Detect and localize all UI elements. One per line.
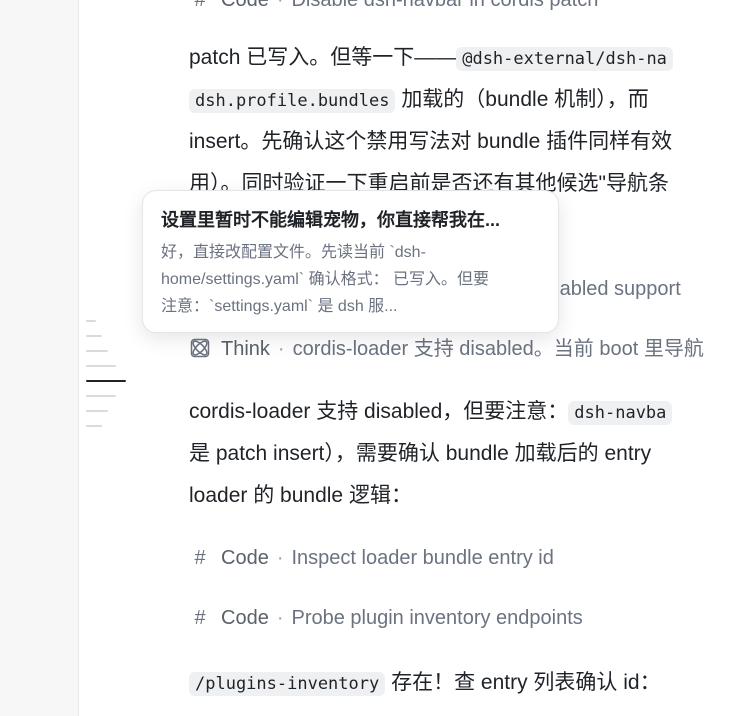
- message-preview-tooltip[interactable]: 设置里暂时不能编辑宠物，你直接帮我在... 好，直接改配置文件。先读当前 `ds…: [142, 190, 559, 333]
- minimap-tick[interactable]: [86, 365, 116, 367]
- assistant-paragraph-line: cordis-loader 支持 disabled，但要注意： dsh-navba: [189, 397, 673, 428]
- think-step[interactable]: Think · cordis-loader 支持 disabled。当前 boot …: [189, 335, 704, 363]
- code-step[interactable]: # Code · Probe plugin inventory endpoints: [189, 604, 582, 632]
- assistant-paragraph-line: 是 patch insert），需要确认 bundle 加载后的 entry: [189, 442, 652, 465]
- minimap-tick[interactable]: [86, 335, 102, 337]
- assistant-paragraph-line: loader 的 bundle 逻辑：: [189, 484, 412, 507]
- assistant-paragraph-line: patch 已写入。但等一下—— @dsh-external/dsh-na: [189, 43, 673, 74]
- assistant-paragraph-line: insert。先确认这个禁用写法对 bundle 插件同样有效: [189, 130, 673, 153]
- inline-code: dsh.profile.bundles: [189, 89, 396, 113]
- code-step[interactable]: # Code · Inspect loader bundle entry id: [189, 544, 553, 572]
- conversation-minimap[interactable]: [86, 318, 128, 433]
- hash-icon: #: [194, 607, 206, 629]
- minimap-tick[interactable]: [86, 320, 96, 322]
- hash-icon: #: [194, 0, 206, 11]
- tooltip-body: 好，直接改配置文件。先读当前 `dsh- home/settings.yaml`…: [161, 244, 490, 315]
- minimap-tick[interactable]: [86, 350, 108, 352]
- minimap-tick[interactable]: [86, 395, 116, 397]
- inline-code: @dsh-external/dsh-na: [456, 47, 673, 71]
- sidebar-rail: [0, 0, 79, 716]
- assistant-paragraph-line: dsh.profile.bundles 加载的（bundle 机制），而: [189, 85, 649, 116]
- inline-code: /plugins-inventory: [189, 672, 386, 696]
- minimap-tick-active[interactable]: [86, 380, 126, 382]
- minimap-tick[interactable]: [86, 425, 102, 427]
- tooltip-title: 设置里暂时不能编辑宠物，你直接帮我在...: [161, 210, 501, 230]
- inline-code: dsh-navba: [568, 401, 673, 425]
- hash-icon: #: [194, 547, 206, 569]
- atom-icon: [189, 335, 211, 363]
- minimap-tick[interactable]: [86, 410, 108, 412]
- code-step-top[interactable]: # Code · Disable dsh-navbar in cordis patch: [189, 0, 598, 14]
- assistant-paragraph-line: /plugins-inventory 存在！查 entry 列表确认 id：: [189, 668, 661, 699]
